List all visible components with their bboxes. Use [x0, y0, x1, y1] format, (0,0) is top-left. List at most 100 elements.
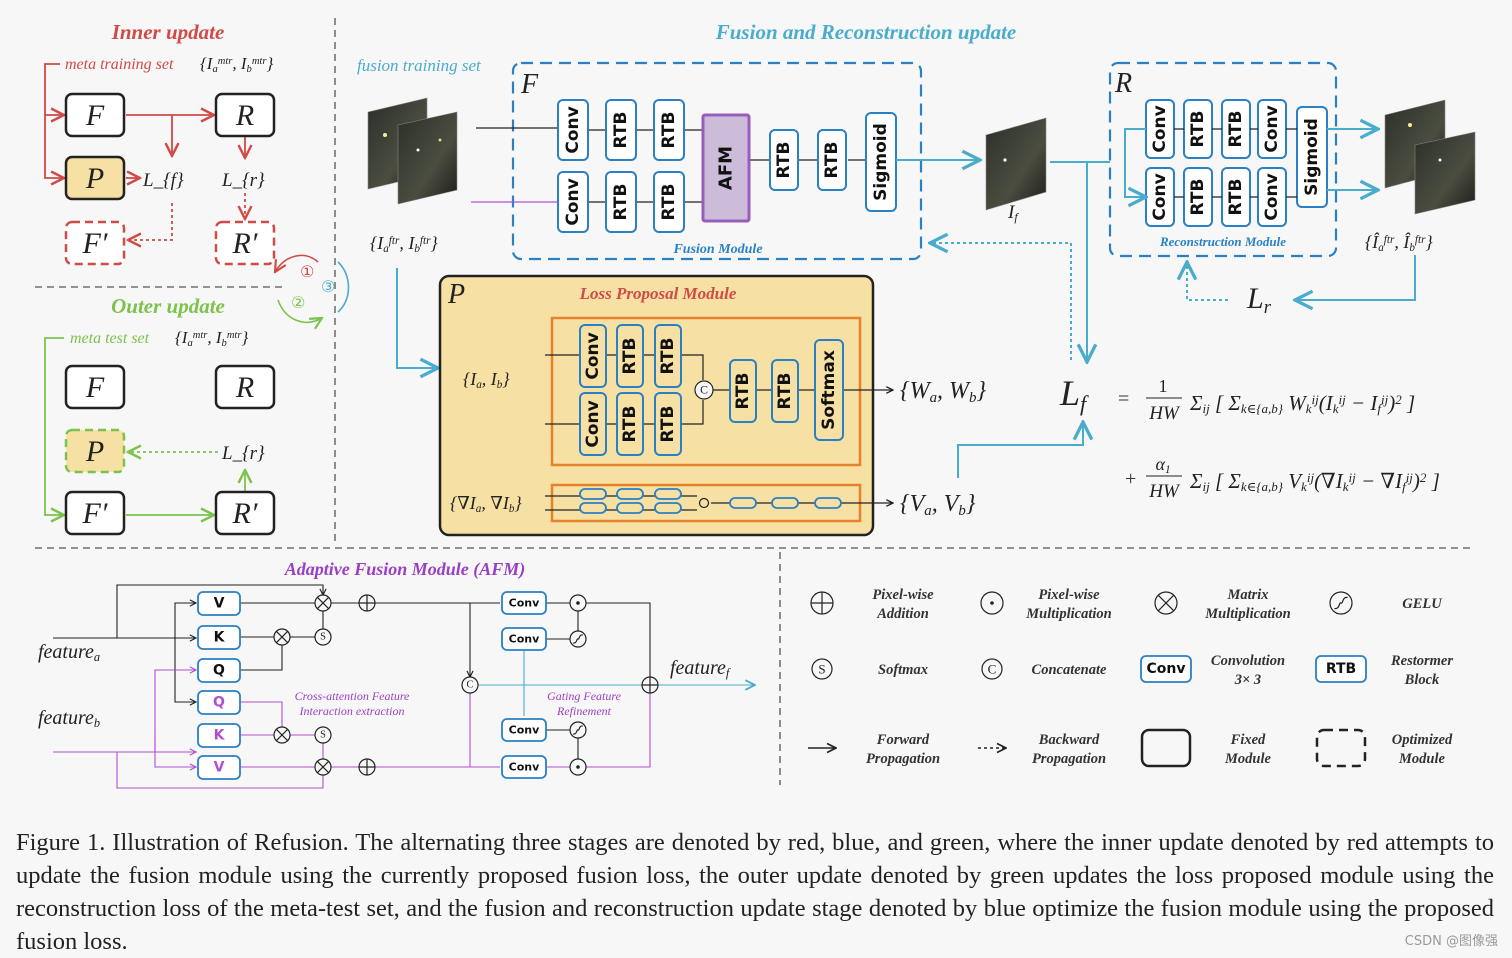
- lpm-bottom-rtb-block: RTB: [616, 392, 644, 456]
- gradient-conv-block: [579, 488, 607, 500]
- input-to-P-arrow: [396, 268, 438, 368]
- recon-bottom-rtb-block: RTB: [1183, 167, 1213, 227]
- outer-update-title: Outer update: [111, 294, 225, 318]
- formula-line1-num: 1: [1159, 376, 1168, 396]
- formula-line1-den: HW: [1148, 403, 1181, 424]
- fusion-bottom-conv-block: Conv: [557, 171, 589, 233]
- inner-Lr-label: L_{r}: [221, 170, 265, 191]
- fusion-bottom-rtb-block: RTB: [653, 171, 685, 233]
- outer-F-box: F: [64, 364, 126, 410]
- legend-label: Multiplication: [1204, 606, 1290, 622]
- afm-a-k-block: K: [197, 625, 241, 650]
- legend-label: Multiplication: [1025, 606, 1111, 622]
- loss-proposal-module: P Loss Proposal Module {Ia, Ib} {∇Ia, ∇I…: [438, 274, 986, 537]
- afm-b-q-block: Q: [197, 690, 241, 715]
- fused-image: [985, 117, 1047, 211]
- outer-update-panel: Outer update meta test set {Iamtr, Ibmtr…: [44, 294, 276, 536]
- afm-purple-paths: [53, 670, 651, 789]
- fusion-module-symbol: F: [520, 69, 539, 100]
- legend-label: Fixed: [1230, 732, 1266, 748]
- feature-b-label: featureb: [38, 707, 100, 730]
- formula-line1-prefix: =: [1118, 388, 1129, 410]
- legend-label: Module: [1398, 751, 1445, 767]
- inner-update-panel: Inner update meta training set {Iamtr, I…: [44, 20, 276, 266]
- afm-b-k-block: K: [197, 723, 241, 748]
- afm-b-v-block-label: V: [214, 760, 225, 776]
- recon-top-rtb-block-label: RTB: [1188, 111, 1208, 148]
- lpm-top-conv-block: Conv: [579, 324, 607, 388]
- lpm-bottom-rtb-block: RTB: [654, 392, 682, 456]
- gradient-conv-block: [654, 502, 682, 514]
- inner-P-box-symbol: P: [85, 162, 104, 195]
- afm-gating-conv-3-label: Conv: [509, 761, 540, 774]
- softmax-icon: S: [811, 658, 833, 680]
- fusion-module-label: Fusion Module: [672, 242, 762, 257]
- lpm-top-rtb-block: RTB: [616, 324, 644, 388]
- stage-1-marker: ①: [300, 262, 314, 281]
- legend-item: C Concatenate: [981, 658, 1107, 680]
- fusion-tail-sigmoid-block: Sigmoid: [865, 112, 897, 212]
- gradient-tail-block: [814, 497, 842, 509]
- rtb-icon: RTB: [1315, 655, 1367, 683]
- formula-lhs: Lf: [1059, 373, 1089, 416]
- afm-gate-mul-b-icon: [569, 758, 587, 776]
- afm-b-v-block: V: [197, 755, 241, 780]
- fusion-tail-rtb-block-label: RTB: [774, 142, 794, 179]
- lpm-top-rtb-block-label: RTB: [620, 338, 640, 375]
- lpm-tail-rtb-block: RTB: [729, 359, 757, 423]
- Lr-label: Lr: [1246, 282, 1272, 318]
- legend-item: Backward Propagation: [978, 732, 1106, 767]
- legend-label: Restormer: [1390, 653, 1453, 669]
- afm-a-q-block-label: Q: [213, 663, 225, 679]
- legend-item: RTB Restormer Block: [1315, 653, 1453, 688]
- pixel-wise-addition-icon: [810, 591, 834, 615]
- recon-top-conv-block-label: Conv: [1150, 105, 1170, 152]
- refusion-diagram: Inner update meta training set {Iamtr, I…: [35, 18, 1476, 789]
- gradient-conv-block: [616, 502, 644, 514]
- afm-gating-conv-1: Conv: [501, 627, 547, 651]
- loss-proposal-title: Loss Proposal Module: [579, 284, 737, 303]
- afm-matmul-qk-a-icon: [273, 628, 291, 646]
- outer-Fprime-box-symbol: F′: [82, 497, 108, 530]
- fusion-top-rtb-block-label: RTB: [659, 112, 679, 149]
- recon-top-conv-block: Conv: [1257, 99, 1287, 159]
- inner-input-line: [44, 63, 64, 178]
- afm-gating-conv-3: Conv: [501, 755, 547, 779]
- afm-gating-conv-2-label: Conv: [509, 724, 540, 737]
- legend-label: 3× 3: [1234, 672, 1261, 688]
- legend: Pixel-wise Addition Pixel-wise Multiplicati…: [808, 587, 1453, 768]
- gelu-icon: [1329, 591, 1353, 615]
- legend-item: Pixel-wise Multiplication: [980, 587, 1112, 622]
- lpm-tail-rtb-block: RTB: [771, 359, 799, 423]
- lpm-top-rtb-block-label: RTB: [658, 338, 678, 375]
- legend-item: S Softmax: [811, 658, 928, 680]
- recon-bottom-rtb-block-label: RTB: [1226, 179, 1246, 216]
- softmax-icon-glyph: S: [818, 662, 825, 677]
- legend-item: Fixed Module: [1140, 728, 1272, 768]
- afm-a-q-block: Q: [197, 658, 241, 683]
- lpm-top-rtb-block: RTB: [654, 324, 682, 388]
- outer-Fprime-box: F′: [64, 490, 126, 536]
- cross-attention-label-1: Cross-attention Feature: [295, 689, 410, 703]
- afm-softmax-a-icon-glyph: S: [320, 632, 326, 643]
- legend-label: Addition: [876, 606, 929, 622]
- legend-label: Block: [1404, 672, 1440, 688]
- Lf-to-fusion-backward: [930, 243, 1072, 360]
- inner-F-box-symbol: F: [85, 99, 105, 132]
- recon-top-rtb-block-label: RTB: [1226, 111, 1246, 148]
- gradient-conv-block: [579, 502, 607, 514]
- inner-Rprime-box-symbol: R′: [232, 227, 258, 260]
- afm-gating-conv-2: Conv: [501, 718, 547, 742]
- recon-bottom-rtb-block-label: RTB: [1188, 179, 1208, 216]
- legend-item: Forward Propagation: [808, 732, 940, 767]
- fusion-top-conv-block-label: Conv: [563, 106, 583, 153]
- meta-test-set-math: {Iamtr, Ibmtr}: [175, 328, 248, 349]
- legend-label: Pixel-wise: [872, 587, 934, 603]
- afm-matmul-b-icon: [314, 758, 332, 776]
- pixel-wise-multiplication-icon: [980, 591, 1004, 615]
- afm-gating-conv-0: Conv: [501, 591, 547, 615]
- legend-label: Pixel-wise: [1038, 587, 1100, 603]
- fusion-top-rtb-block-label: RTB: [611, 112, 631, 149]
- inner-P-box: P: [64, 155, 126, 201]
- stage-3-arrow: [337, 261, 350, 313]
